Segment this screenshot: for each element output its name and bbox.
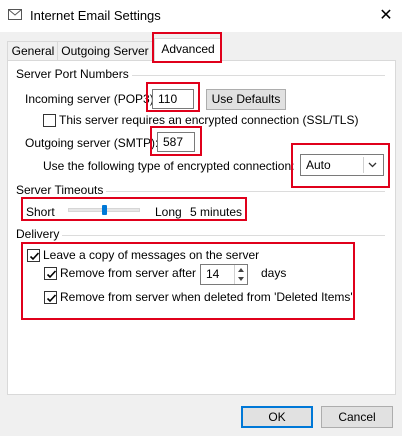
outgoing-port-input[interactable]: 587 bbox=[157, 132, 195, 152]
encrypted-connection-checkbox[interactable] bbox=[43, 114, 56, 127]
group-label-delivery: Delivery bbox=[16, 227, 63, 241]
encryption-type-label: Use the following type of encrypted conn… bbox=[43, 159, 295, 173]
group-label-server-timeouts: Server Timeouts bbox=[16, 183, 107, 197]
timeout-value-label: 5 minutes bbox=[190, 205, 243, 219]
spin-up-icon[interactable] bbox=[237, 267, 245, 273]
chevron-down-icon bbox=[363, 157, 381, 173]
tab-advanced[interactable]: Advanced bbox=[154, 38, 222, 63]
leave-copy-label: Leave a copy of messages on the server bbox=[43, 248, 260, 262]
remove-deleted-checkbox[interactable] bbox=[44, 291, 57, 304]
remove-after-label: Remove from server after bbox=[60, 266, 197, 280]
encryption-type-select[interactable]: Auto bbox=[300, 154, 384, 176]
spin-down-icon[interactable] bbox=[237, 276, 245, 282]
timeout-short-label: Short bbox=[26, 205, 55, 219]
tab-outgoing-server[interactable]: Outgoing Server bbox=[57, 41, 153, 62]
encrypted-connection-label: This server requires an encrypted connec… bbox=[59, 113, 359, 127]
cancel-button[interactable]: Cancel bbox=[321, 406, 393, 428]
group-divider bbox=[16, 235, 385, 236]
close-icon[interactable]: ✕ bbox=[374, 5, 398, 27]
timeout-long-label: Long bbox=[155, 205, 182, 219]
leave-copy-checkbox[interactable] bbox=[27, 249, 40, 262]
tab-panel-advanced bbox=[7, 60, 396, 395]
days-label: days bbox=[261, 266, 287, 280]
remove-after-days-value: 14 bbox=[206, 267, 220, 281]
title-bar: Internet Email Settings ✕ bbox=[0, 0, 402, 32]
use-defaults-button[interactable]: Use Defaults bbox=[206, 89, 286, 110]
incoming-server-label: Incoming server (POP3): bbox=[25, 92, 158, 106]
group-label-server-ports: Server Port Numbers bbox=[16, 67, 132, 81]
remove-after-days-input[interactable]: 14 bbox=[200, 264, 248, 285]
remove-after-checkbox[interactable] bbox=[44, 267, 57, 280]
timeout-slider-thumb[interactable] bbox=[102, 205, 107, 215]
outgoing-server-label: Outgoing server (SMTP): bbox=[25, 136, 159, 150]
incoming-port-input[interactable]: 110 bbox=[152, 89, 194, 109]
ok-button[interactable]: OK bbox=[241, 406, 313, 428]
tab-general[interactable]: General bbox=[7, 41, 59, 62]
envelope-icon bbox=[8, 9, 22, 20]
window-title: Internet Email Settings bbox=[30, 8, 161, 23]
encryption-type-value: Auto bbox=[306, 158, 331, 172]
days-spinner[interactable] bbox=[234, 265, 247, 284]
remove-deleted-label: Remove from server when deleted from 'De… bbox=[60, 290, 353, 304]
